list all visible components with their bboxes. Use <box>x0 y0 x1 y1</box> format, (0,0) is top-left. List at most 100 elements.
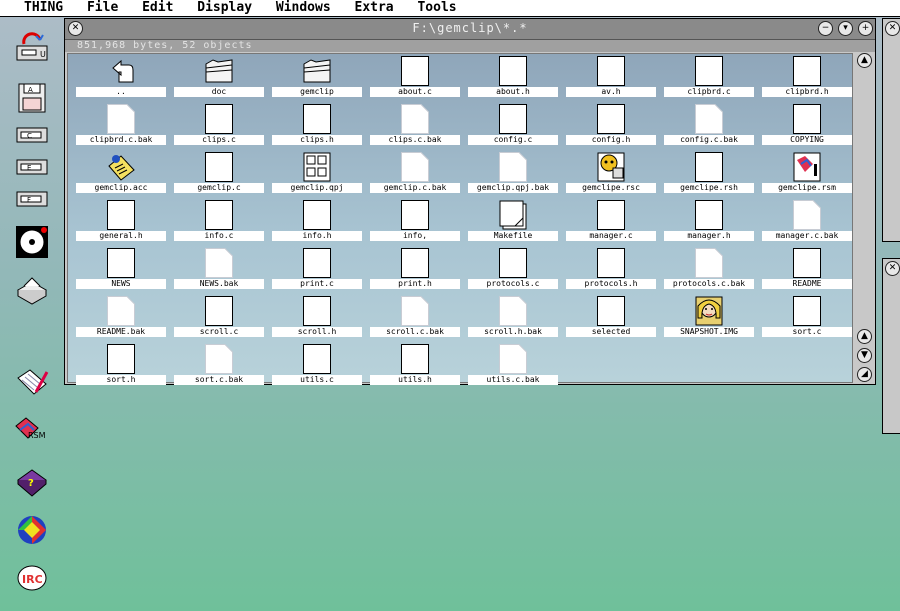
file-item[interactable]: .. <box>72 54 170 100</box>
file-name-label: clips.h <box>272 135 362 145</box>
file-item[interactable]: gemclip.qpj <box>268 150 366 196</box>
scroll-up-button[interactable]: ▲ <box>857 329 872 344</box>
file-item[interactable]: about.h <box>464 54 562 100</box>
iconify-button[interactable]: − <box>818 21 833 36</box>
bg-window2-close-icon[interactable]: ✕ <box>885 261 900 276</box>
file-item[interactable]: clips.c <box>170 102 268 148</box>
file-item[interactable]: gemclip.c.bak <box>366 150 464 196</box>
file-item[interactable]: scroll.h.bak <box>464 294 562 340</box>
file-item[interactable]: scroll.c <box>170 294 268 340</box>
menu-extra[interactable]: Extra <box>355 0 394 16</box>
file-item[interactable]: clipbrd.c <box>660 54 758 100</box>
file-item[interactable]: gemclip.qpj.bak <box>464 150 562 196</box>
file-item[interactable]: config.h <box>562 102 660 148</box>
menu-thing[interactable]: THING <box>24 0 63 16</box>
background-window-bottom[interactable]: ✕ <box>882 258 900 434</box>
drive-e-icon[interactable]: E <box>14 150 50 186</box>
file-item[interactable]: clips.h <box>268 102 366 148</box>
file-item[interactable]: info, <box>366 198 464 244</box>
file-item[interactable]: gemclipe.rsm <box>758 150 856 196</box>
vertical-scrollbar[interactable]: ▲ ▲ ▼ ◢ <box>856 53 874 383</box>
file-item[interactable]: utils.c.bak <box>464 342 562 388</box>
file-item[interactable]: README.bak <box>72 294 170 340</box>
file-item[interactable]: selected <box>562 294 660 340</box>
file-item[interactable]: protocols.c.bak <box>660 246 758 292</box>
file-item[interactable]: clipbrd.h <box>758 54 856 100</box>
file-item[interactable]: gemclip.acc <box>72 150 170 196</box>
file-item[interactable]: general.h <box>72 198 170 244</box>
file-item[interactable]: utils.h <box>366 342 464 388</box>
file-item[interactable]: sort.c <box>758 294 856 340</box>
file-item[interactable]: gemclip <box>268 54 366 100</box>
file-item[interactable]: manager.c.bak <box>758 198 856 244</box>
file-item[interactable]: scroll.c.bak <box>366 294 464 340</box>
file-light-icon <box>401 104 429 134</box>
file-area[interactable]: .. doc gemclip about.c about.h av.h clipbrd.c c… <box>67 53 856 385</box>
help-book-icon[interactable]: ? <box>14 464 50 500</box>
fuller-button[interactable]: ▾ <box>838 21 853 36</box>
scroll-up-arrow-icon[interactable]: ▲ <box>857 53 872 68</box>
menu-display[interactable]: Display <box>197 0 252 16</box>
file-item[interactable]: print.h <box>366 246 464 292</box>
file-item[interactable]: clipbrd.c.bak <box>72 102 170 148</box>
file-item[interactable]: gemclip.c <box>170 150 268 196</box>
file-item[interactable]: info.h <box>268 198 366 244</box>
file-item[interactable]: utils.c <box>268 342 366 388</box>
file-icon <box>303 200 331 230</box>
menu-file[interactable]: File <box>87 0 118 16</box>
file-item[interactable]: sort.h <box>72 342 170 388</box>
file-item[interactable]: gemclipe.rsc <box>562 150 660 196</box>
file-item[interactable]: README <box>758 246 856 292</box>
scroll-down-button[interactable]: ▼ <box>857 348 872 363</box>
notepad-pen-icon[interactable] <box>14 366 50 402</box>
file-item[interactable]: scroll.h <box>268 294 366 340</box>
menu-edit[interactable]: Edit <box>142 0 173 16</box>
menu-tools[interactable]: Tools <box>417 0 456 16</box>
drive-c-icon[interactable]: C <box>14 118 50 154</box>
drive-f-icon[interactable]: F <box>14 182 50 218</box>
file-item[interactable]: protocols.c <box>464 246 562 292</box>
file-item[interactable]: COPYING <box>758 102 856 148</box>
irc-client-icon[interactable]: IRC <box>14 560 50 596</box>
cd-rom-icon[interactable] <box>14 224 50 260</box>
file-item[interactable]: NEWS <box>72 246 170 292</box>
file-item[interactable]: clips.c.bak <box>366 102 464 148</box>
file-item[interactable]: NEWS.bak <box>170 246 268 292</box>
file-item[interactable]: print.c <box>268 246 366 292</box>
file-item[interactable]: about.c <box>366 54 464 100</box>
file-item[interactable]: info.c <box>170 198 268 244</box>
resize-handle-icon[interactable]: ◢ <box>857 367 872 382</box>
file-name-label: print.h <box>370 279 460 289</box>
maximize-button[interactable]: + <box>858 21 873 36</box>
bg-window-close-icon[interactable]: ✕ <box>885 21 900 36</box>
file-item[interactable]: protocols.h <box>562 246 660 292</box>
menu-windows[interactable]: Windows <box>276 0 331 16</box>
rsm-icon[interactable]: RSM <box>14 416 50 452</box>
colorful-app-icon[interactable] <box>14 512 50 548</box>
file-item[interactable]: SNAPSHOT.IMG <box>660 294 758 340</box>
floppy-a-icon[interactable]: A <box>14 80 50 116</box>
file-item[interactable]: config.c.bak <box>660 102 758 148</box>
file-icon <box>499 56 527 86</box>
background-window-top[interactable]: ✕ <box>882 18 900 242</box>
file-icon <box>303 296 331 326</box>
file-name-label: Makefile <box>468 231 558 241</box>
file-item[interactable]: config.c <box>464 102 562 148</box>
window-title-bar[interactable]: ✕ F:\gemclip\*.* − ▾ + <box>65 19 875 40</box>
printer-icon[interactable] <box>14 272 50 308</box>
file-item[interactable]: gemclipe.rsh <box>660 150 758 196</box>
file-light-icon <box>205 248 233 278</box>
file-name-label: scroll.h.bak <box>468 327 558 337</box>
file-item[interactable]: manager.h <box>660 198 758 244</box>
file-item[interactable]: Makefile <box>464 198 562 244</box>
file-item[interactable]: sort.c.bak <box>170 342 268 388</box>
parent-icon <box>107 56 135 86</box>
file-item[interactable]: av.h <box>562 54 660 100</box>
file-item[interactable]: doc <box>170 54 268 100</box>
file-name-label: scroll.h <box>272 327 362 337</box>
file-window: ✕ F:\gemclip\*.* − ▾ + 851,968 bytes, 52… <box>64 18 876 385</box>
file-item[interactable]: manager.c <box>562 198 660 244</box>
file-name-label: .. <box>76 87 166 97</box>
drive-u-icon[interactable]: U <box>14 30 50 66</box>
file-icon <box>499 248 527 278</box>
